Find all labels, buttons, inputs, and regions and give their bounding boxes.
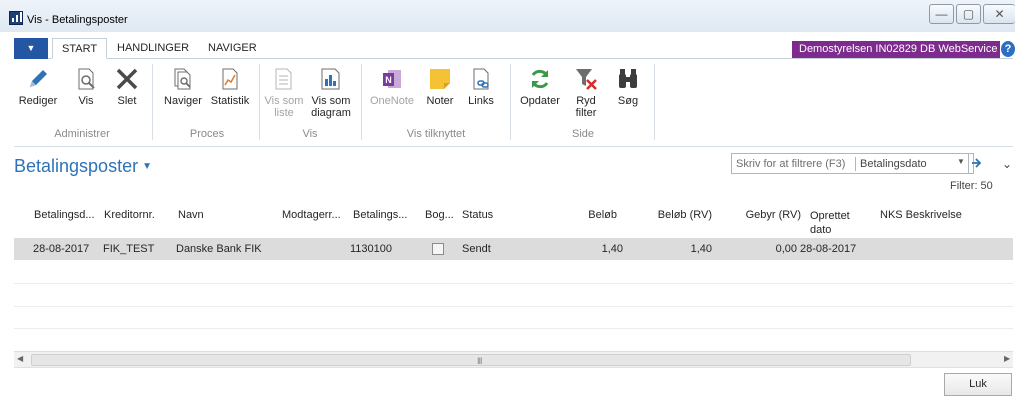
slet-button[interactable]: Slet <box>111 60 143 122</box>
ribbon-menu-dropdown-icon[interactable]: ▼ <box>14 38 48 59</box>
column-header-gebyr-rv[interactable]: Gebyr (RV) <box>735 209 801 221</box>
cell-belob-rv: 1,40 <box>690 243 712 255</box>
group-label-administrer: Administrer <box>54 128 110 140</box>
filter-divider <box>855 157 856 171</box>
help-icon[interactable]: ? <box>1001 41 1015 57</box>
footer-divider <box>14 367 1013 368</box>
group-divider <box>361 64 362 140</box>
cell-kreditornr: FIK_TEST <box>103 243 155 255</box>
column-header-betalings[interactable]: Betalings... <box>353 209 407 221</box>
close-window-button[interactable]: ✕ <box>983 4 1015 24</box>
collapse-chevron-icon[interactable]: ⌄ <box>1002 157 1012 171</box>
group-label-side: Side <box>571 128 595 140</box>
naviger-button[interactable]: Naviger <box>160 60 206 122</box>
group-divider <box>259 64 260 140</box>
rediger-button[interactable]: Rediger <box>18 60 58 122</box>
luk-button[interactable]: Luk <box>944 373 1012 396</box>
column-header-navn[interactable]: Navn <box>178 209 204 221</box>
cell-belob: 1,40 <box>601 243 623 255</box>
maximize-button[interactable]: ▢ <box>956 4 981 24</box>
arrow-right-icon <box>972 158 982 168</box>
sog-button[interactable]: Søg <box>611 60 645 122</box>
clear-filter-icon <box>576 69 597 90</box>
ribbon: Rediger Vis Slet Administrer Naviger Sta… <box>14 60 1013 147</box>
cell-gebyr-rv: 0,00 <box>775 243 797 255</box>
scroll-left-icon[interactable]: ◀ <box>17 354 23 363</box>
group-label-vis: Vis <box>302 128 318 140</box>
filter-count: Filter: 50 <box>950 180 993 192</box>
column-header-modtager[interactable]: Modtagerr... <box>282 209 341 221</box>
cell-betalingsdato: 28-08-2017 <box>33 243 90 255</box>
svg-text:N: N <box>385 75 392 85</box>
filter-input[interactable]: Skriv for at filtrere (F3) <box>736 158 845 170</box>
ryd-filter-button[interactable]: Ryd filter <box>567 60 605 122</box>
column-header-bog[interactable]: Bog... <box>425 209 454 221</box>
bar-chart-icon <box>321 68 340 90</box>
opdater-button[interactable]: Opdater <box>517 60 563 122</box>
document-stack-icon <box>174 68 191 90</box>
chevron-down-icon[interactable]: ▼ <box>957 157 965 166</box>
x-icon <box>116 68 138 90</box>
binoculars-icon <box>619 69 637 88</box>
grid-row-divider <box>14 283 1013 284</box>
column-header-belob[interactable]: Beløb <box>560 209 617 221</box>
column-header-belob-rv[interactable]: Beløb (RV) <box>646 209 712 221</box>
scroll-grip-icon: III <box>477 356 482 366</box>
group-label-vis-tilknyttet: Vis tilknyttet <box>406 128 466 140</box>
scrollbar-thumb[interactable]: III <box>31 354 911 366</box>
tab-start[interactable]: START <box>52 38 108 59</box>
refresh-icon <box>531 69 549 89</box>
window-title: Vis - Betalingsposter <box>27 14 128 26</box>
onenote-icon: N <box>383 70 401 88</box>
group-divider <box>654 64 655 140</box>
cell-betalings: 1130100 <box>350 243 393 255</box>
chart-document-icon <box>222 68 238 90</box>
cell-navn: Danske Bank FIK <box>176 243 262 255</box>
app-icon <box>9 11 23 25</box>
tab-handlinger[interactable]: HANDLINGER <box>108 38 198 59</box>
onenote-button[interactable]: N OneNote <box>368 60 416 122</box>
vis-button[interactable]: Vis <box>70 60 102 122</box>
list-view-icon <box>275 68 292 90</box>
pencil-icon <box>30 70 47 87</box>
document-magnifier-icon <box>78 68 95 90</box>
column-header-betalingsdato[interactable]: Betalingsd... <box>34 209 95 221</box>
statistik-button[interactable]: Statistik <box>207 60 253 122</box>
column-header-nks-beskrivelse[interactable]: NKS Beskrivelse <box>880 209 962 221</box>
group-label-proces: Proces <box>189 128 225 140</box>
column-header-oprettet-dato[interactable]: Oprettet dato <box>810 209 860 237</box>
cell-oprettet-dato: 28-08-2017 <box>800 243 857 255</box>
grid-row-divider <box>14 328 1013 329</box>
tab-naviger[interactable]: NAVIGER <box>199 38 266 59</box>
noter-button[interactable]: Noter <box>422 60 458 122</box>
links-button[interactable]: Links <box>464 60 498 122</box>
group-divider <box>510 64 511 140</box>
window-title-bar: Vis - Betalingsposter — ▢ ✕ <box>0 0 1015 32</box>
group-divider <box>152 64 153 140</box>
column-header-status[interactable]: Status <box>462 209 493 221</box>
link-document-icon <box>473 68 489 90</box>
table-row[interactable]: 28-08-2017 FIK_TEST Danske Bank FIK 1130… <box>14 238 1013 260</box>
page-title[interactable]: Betalingsposter ▼ <box>14 156 152 177</box>
chevron-down-icon[interactable]: ▼ <box>142 161 152 172</box>
filter-field-select[interactable]: Betalingsdato <box>860 158 927 170</box>
horizontal-scrollbar[interactable]: ◀ III ▶ <box>14 351 1013 367</box>
minimize-button[interactable]: — <box>929 4 954 24</box>
grid-row-divider <box>14 306 1013 307</box>
filter-go-button[interactable] <box>968 154 984 173</box>
filter-search-box[interactable]: Skriv for at filtrere (F3) Betalingsdato… <box>731 153 982 174</box>
vis-som-diagram-button[interactable]: Vis som diagram <box>308 60 354 122</box>
note-icon <box>430 69 450 89</box>
scroll-right-icon[interactable]: ▶ <box>1004 354 1010 363</box>
bogfort-checkbox[interactable] <box>432 243 444 255</box>
cell-status: Sendt <box>462 243 491 255</box>
vis-som-liste-button[interactable]: Vis som liste <box>264 60 304 122</box>
column-header-kreditornr[interactable]: Kreditornr. <box>104 209 155 221</box>
company-badge: Demostyrelsen IN02829 DB WebService <box>792 41 1000 58</box>
